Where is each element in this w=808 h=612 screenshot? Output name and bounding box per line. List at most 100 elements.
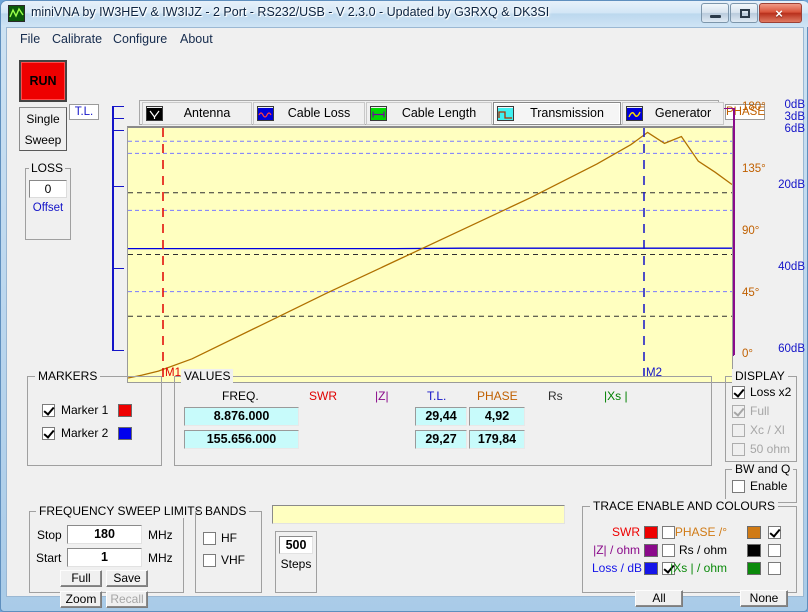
trace-checkbox-3[interactable] [768,526,781,539]
measurement-section: RUN Single Sweep LOSS 0 Offset T.L. 0dB 3… [7,50,805,383]
menu-bar: File Calibrate Configure About [7,28,803,50]
display-label-0: Loss x2 [750,385,792,399]
display-label-1: Full [750,404,770,418]
close-button[interactable]: × [759,3,802,23]
trace-label-0: SWR [612,525,640,539]
minivna-app-icon [8,5,25,22]
display-checkbox-2 [732,424,745,437]
tab-cable-length[interactable]: Cable Length [366,102,492,125]
antenna-icon [146,106,163,121]
minimize-button[interactable] [701,3,729,23]
steps-label: Steps [280,557,312,571]
start-input[interactable]: 1 [67,548,142,567]
menu-about[interactable]: About [175,31,218,47]
full-button[interactable]: Full [60,570,102,587]
left-axis-tick-5 [112,350,124,351]
graph-plot-area[interactable]: M1 M2 [127,126,733,383]
values-freq-row1[interactable]: 8.876.000 [184,407,299,426]
close-icon: × [775,6,783,21]
menu-configure[interactable]: Configure [108,31,172,47]
values-legend: VALUES [181,369,234,383]
application-window: miniVNA by IW3HEV & IW3IJZ - 2 Port - RS… [0,0,808,612]
trace-all-button[interactable]: All [635,590,683,607]
run-button[interactable]: RUN [19,60,67,102]
tab-antenna[interactable]: Antenna [142,102,252,125]
transmission-icon [497,106,514,121]
stop-label: Stop [37,528,62,542]
marker-color-swatch-1[interactable] [118,404,132,417]
markers-group [27,376,162,466]
values-header-4: PHASE [477,389,518,403]
trace-color-swatch-0[interactable] [644,526,658,539]
right-axis-tick-label-4: 0° [742,348,753,360]
trace-label-5: |Xs | / ohm [670,561,727,575]
tab-cable-loss[interactable]: Cable Loss [253,102,365,125]
values-header-1: SWR [309,389,337,403]
values-header-0: FREQ. [222,389,259,403]
marker-checkbox-2[interactable] [42,427,55,440]
bands-label-1: VHF [221,553,245,567]
values-header-6: |Xs | [604,389,628,403]
trace-label-2: Loss / dB [592,561,643,575]
bwq-checkbox-0[interactable] [732,480,745,493]
trace-none-button[interactable]: None [740,590,788,607]
left-axis-title: T.L. [69,104,99,120]
marker-checkbox-1[interactable] [42,404,55,417]
steps-input[interactable]: 500 [279,536,313,554]
trace-label-4: Rs / ohm [678,543,727,557]
save-button[interactable]: Save [106,570,148,587]
stop-input[interactable]: 180 [67,525,142,544]
bands-legend: BANDS [202,504,250,518]
bands-checkbox-1[interactable] [203,554,216,567]
series-phase- [128,131,732,379]
values-tl-row2[interactable]: 29,27 [415,430,467,449]
marker-color-swatch-2[interactable] [118,427,132,440]
loss-value-input[interactable]: 0 [29,180,67,198]
left-axis-tick-4 [112,268,124,269]
menu-file[interactable]: File [15,31,45,47]
left-axis-tick-1 [112,118,124,119]
cable-length-icon [370,106,387,121]
values-phase-row2[interactable]: 179,84 [469,430,525,449]
values-header-2: |Z| [375,389,389,403]
trace-color-swatch-5[interactable] [747,562,761,575]
start-unit: MHz [148,551,173,565]
tab-transmission[interactable]: Transmission [493,102,621,125]
trace-color-swatch-2[interactable] [644,562,658,575]
markers-legend: MARKERS [35,369,101,383]
status-field[interactable] [272,505,565,524]
loss-group-legend: LOSS [29,161,66,175]
bands-group [195,511,262,593]
tab-label-1: Cable Loss [287,106,351,120]
values-phase-row1[interactable]: 4,92 [469,407,525,426]
values-header-3: T.L. [427,389,447,403]
trace-color-swatch-4[interactable] [747,544,761,557]
generator-icon [626,106,643,121]
values-tl-row1[interactable]: 29,44 [415,407,467,426]
display-label-2: Xc / Xl [750,423,785,437]
right-axis-tick-label-3: 45° [742,287,760,299]
trace-checkbox-4[interactable] [768,544,781,557]
display-checkbox-0[interactable] [732,386,745,399]
tab-generator[interactable]: Generator [622,102,724,125]
sweep-limits-legend: FREQUENCY SWEEP LIMITS [36,504,206,518]
values-header-5: Rs [548,389,563,403]
zoom-button[interactable]: Zoom [60,591,102,608]
bands-checkbox-0[interactable] [203,532,216,545]
trace-checkbox-5[interactable] [768,562,781,575]
loss-offset-label: Offset [32,202,64,214]
values-freq-row2[interactable]: 155.656.000 [184,430,299,449]
menu-calibrate[interactable]: Calibrate [47,31,107,47]
bands-label-0: HF [221,531,237,545]
minimize-icon [710,15,721,18]
tab-label-0: Antenna [183,106,231,120]
maximize-button[interactable] [730,3,758,23]
recall-button: Recall [106,591,148,608]
trace-label-1: |Z| / ohm [593,543,640,557]
marker-label-1: Marker 1 [61,403,109,417]
trace-color-swatch-1[interactable] [644,544,658,557]
single-sweep-button[interactable]: Single Sweep [19,107,67,151]
marker-label-2: Marker 2 [61,426,109,440]
display-checkbox-3 [732,443,745,456]
trace-color-swatch-3[interactable] [747,526,761,539]
